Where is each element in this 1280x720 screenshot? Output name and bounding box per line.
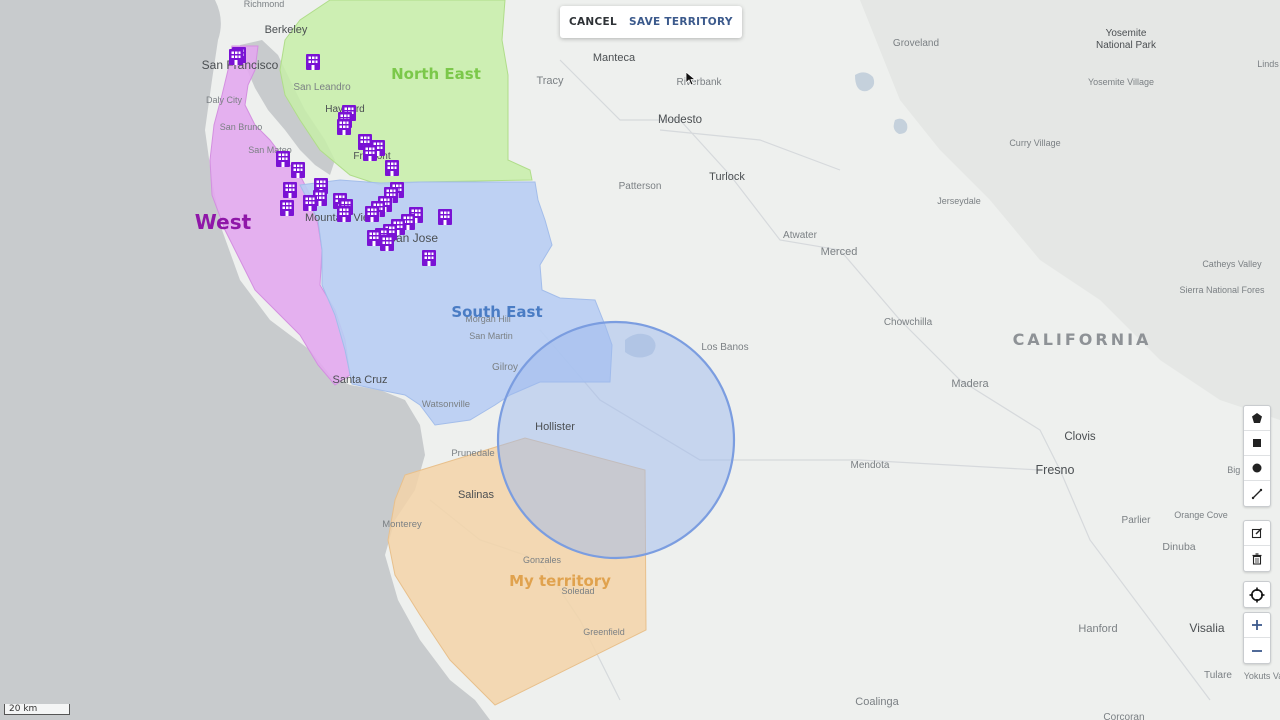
place-label: Tulare: [1204, 670, 1232, 681]
place-label: Tracy: [536, 75, 564, 87]
place-label: Jerseydale: [937, 196, 981, 206]
place-label: Clovis: [1064, 431, 1096, 443]
place-label: Yosemite Village: [1088, 77, 1154, 87]
edit-icon[interactable]: [1244, 521, 1270, 546]
place-label: Madera: [951, 378, 989, 390]
place-label: Riverbank: [676, 77, 722, 88]
building-icon[interactable]: [422, 250, 436, 266]
territory-edit-toolbar: CANCEL SAVE TERRITORY: [560, 6, 742, 38]
trash-icon[interactable]: [1244, 546, 1270, 571]
mouse-cursor-icon: [686, 72, 696, 86]
state-label: CALIFORNIA: [1013, 330, 1152, 349]
park-label-line2: National Park: [1096, 40, 1157, 51]
place-label: Parlier: [1122, 515, 1152, 526]
building-icon[interactable]: [380, 235, 394, 251]
place-label: Merced: [821, 246, 858, 258]
place-label: Mendota: [851, 460, 890, 471]
place-label: Gilroy: [492, 362, 518, 373]
place-label: Modesto: [658, 114, 702, 126]
draft-circle-shape[interactable]: [496, 320, 736, 560]
place-label: Los Banos: [701, 342, 748, 353]
polygon-tool-icon[interactable]: [1244, 406, 1270, 431]
place-label: Santa Cruz: [332, 374, 387, 386]
place-label: San Leandro: [293, 82, 351, 93]
rectangle-tool-icon[interactable]: [1244, 431, 1270, 456]
territory-label-my-territory: My territory: [509, 572, 611, 590]
locate-icon[interactable]: [1244, 582, 1270, 607]
line-tool-icon[interactable]: [1244, 481, 1270, 506]
building-icon[interactable]: [367, 230, 381, 246]
territory-label-west: West: [195, 210, 252, 234]
building-icon[interactable]: [385, 160, 399, 176]
place-label: Yokuts Valle: [1244, 671, 1280, 681]
scale-bar: 20 km: [4, 704, 70, 715]
place-label: Hanford: [1078, 623, 1117, 635]
place-label: Chowchilla: [884, 317, 933, 328]
place-label: Salinas: [458, 489, 495, 501]
building-icon[interactable]: [283, 182, 297, 198]
edit-tools: [1243, 520, 1271, 572]
building-icon[interactable]: [291, 162, 305, 178]
building-icon[interactable]: [229, 49, 243, 65]
building-icon[interactable]: [365, 206, 379, 222]
cancel-button[interactable]: CANCEL: [568, 12, 618, 32]
place-label: Corcoran: [1103, 712, 1144, 720]
place-label: Watsonville: [422, 399, 470, 410]
place-label: Linds: [1257, 59, 1279, 69]
building-icon[interactable]: [337, 206, 351, 222]
place-label: Orange Cove: [1174, 510, 1228, 520]
locate-control: [1243, 581, 1271, 608]
place-label: Atwater: [783, 230, 818, 241]
place-label: Patterson: [619, 181, 662, 192]
territory-label-north-east: North East: [391, 65, 481, 83]
place-label: San Martin: [469, 331, 513, 341]
building-icon[interactable]: [280, 200, 294, 216]
place-label: Manteca: [593, 52, 636, 64]
place-label: Greenfield: [583, 627, 625, 637]
zoom-in-icon[interactable]: [1244, 613, 1270, 638]
building-icon[interactable]: [276, 151, 290, 167]
building-icon[interactable]: [363, 145, 377, 161]
place-label: Curry Village: [1009, 138, 1060, 148]
place-label: Richmond: [244, 0, 285, 9]
building-icon[interactable]: [438, 209, 452, 225]
zoom-control: [1243, 612, 1271, 664]
place-label: Daly City: [206, 95, 243, 105]
territory-label-south-east: South East: [451, 303, 542, 321]
place-label: San Bruno: [220, 122, 263, 132]
park-label-line1: Yosemite: [1106, 28, 1147, 39]
draw-tools: [1243, 405, 1271, 507]
place-label: Hollister: [535, 421, 575, 433]
place-label: Catheys Valley: [1202, 259, 1262, 269]
place-label: Turlock: [709, 171, 745, 183]
place-label: Fresno: [1036, 463, 1075, 477]
place-label: Visalia: [1189, 621, 1224, 635]
map[interactable]: RichmondBerkeleySan FranciscoSan Leandro…: [0, 0, 1280, 720]
save-territory-button[interactable]: SAVE TERRITORY: [628, 12, 734, 32]
building-icon[interactable]: [306, 54, 320, 70]
building-icon[interactable]: [337, 119, 351, 135]
place-label: Coalinga: [855, 696, 899, 708]
place-label: Berkeley: [265, 24, 308, 36]
place-label: Gonzales: [523, 555, 562, 565]
place-label: Prunedale: [451, 448, 494, 459]
place-label: Monterey: [382, 519, 422, 530]
zoom-out-icon[interactable]: [1244, 638, 1270, 663]
place-label: Groveland: [893, 38, 939, 49]
circle-tool-icon[interactable]: [1244, 456, 1270, 481]
building-icon[interactable]: [303, 195, 317, 211]
place-label: Sierra National Fores: [1179, 285, 1265, 295]
place-label: Dinuba: [1162, 541, 1195, 553]
